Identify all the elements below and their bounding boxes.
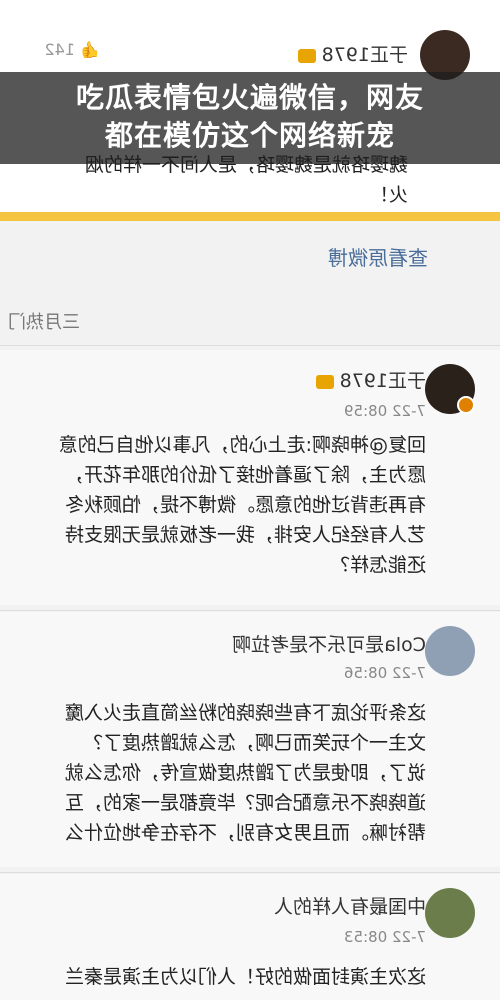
divider: [0, 872, 500, 873]
comment-author[interactable]: 于正1978: [315, 366, 426, 393]
comment-time: 7-22 08:59: [343, 402, 426, 420]
section-label: 三月热门: [8, 312, 80, 333]
crown-icon: [297, 48, 316, 63]
comment-time: 7-22 08:53: [343, 928, 426, 946]
comment-body: 这次主演封面做的好！人们以为主演是秦兰: [64, 966, 426, 988]
verified-badge-icon: [457, 396, 475, 414]
avatar[interactable]: [425, 626, 475, 676]
headline-banner: 吃瓜表情包火遍微信，网友 都在模仿这个网络新宠: [0, 72, 500, 164]
comment-author[interactable]: Cola是可乐不是考拉啊: [232, 630, 426, 657]
view-original-link[interactable]: 查看原微博: [328, 242, 428, 271]
like-number: 142: [44, 40, 75, 59]
divider-bar: [0, 212, 500, 221]
divider: [0, 610, 500, 611]
comment-author[interactable]: 于正1978: [297, 40, 408, 67]
avatar[interactable]: [425, 888, 475, 938]
headline-line-1: 吃瓜表情包火遍微信，网友: [75, 81, 424, 114]
comment-time: 7-22 08:56: [343, 664, 426, 682]
like-count[interactable]: 👍 142: [44, 40, 100, 59]
author-name: 于正1978: [321, 44, 408, 66]
comment-card: 于正1978 7-22 08:59 回复@神晓啊:走上心的，凡事以他自己的意 愿…: [0, 350, 500, 605]
divider: [0, 345, 500, 346]
comment-body: 这条评论底下有些晓晓的粉丝简直走火入魔 文主一个玩笑而已啊，怎么就蹭热度了？ 说…: [64, 702, 426, 844]
comment-author[interactable]: 中国最有人样的人: [274, 892, 426, 919]
author-name: 于正1978: [339, 370, 426, 392]
comment-card: Cola是可乐不是考拉啊 7-22 08:56 这条评论底下有些晓晓的粉丝简直走…: [0, 612, 500, 867]
comment-card: 中国最有人样的人 7-22 08:53 这次主演封面做的好！人们以为主演是秦兰: [0, 874, 500, 1000]
headline-line-2: 都在模仿这个网络新宠: [104, 119, 395, 152]
crown-icon: [315, 374, 334, 389]
comment-body: 回复@神晓啊:走上心的，凡事以他自己的意 愿为主，除了逼着他接了低价的那年花开，…: [58, 434, 426, 576]
